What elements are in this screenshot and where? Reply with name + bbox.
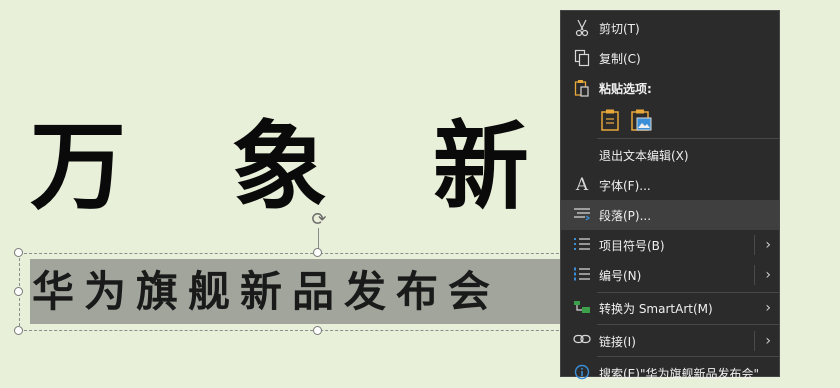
picture-paste-icon[interactable] bbox=[629, 108, 653, 132]
menu-item-convert-smartart[interactable]: 转换为 SmartArt(M) › bbox=[561, 293, 779, 323]
menu-item-label: 链接(I) bbox=[599, 334, 636, 349]
menu-item-label: 转换为 SmartArt(M) bbox=[599, 301, 713, 316]
menu-item-label: 搜索(E)"华为旗舰新品发布会" bbox=[599, 366, 759, 381]
menu-item-label: 剪切(T) bbox=[599, 21, 640, 36]
link-icon bbox=[573, 332, 591, 350]
resize-handle-middle-left[interactable] bbox=[14, 287, 23, 296]
menu-item-font[interactable]: A 字体(F)... bbox=[561, 170, 779, 200]
keep-source-formatting-icon[interactable] bbox=[599, 108, 623, 132]
scissors-icon bbox=[573, 19, 591, 37]
bullets-icon bbox=[573, 236, 591, 254]
chevron-right-icon[interactable]: › bbox=[765, 300, 771, 316]
menu-item-label: 退出文本编辑(X) bbox=[599, 148, 689, 163]
menu-item-link[interactable]: 链接(I) › bbox=[561, 326, 779, 356]
paragraph-icon bbox=[573, 206, 591, 224]
clipboard-icon bbox=[573, 79, 591, 97]
menu-item-paragraph[interactable]: 段落(P)... bbox=[561, 200, 779, 230]
menu-item-label: 项目符号(B) bbox=[599, 238, 665, 253]
chevron-right-icon[interactable]: › bbox=[765, 333, 771, 349]
smartart-icon bbox=[573, 299, 591, 317]
menu-item-exit-text-edit[interactable]: 退出文本编辑(X) bbox=[561, 140, 779, 170]
submenu-separator bbox=[754, 331, 755, 351]
menu-item-label: 字体(F)... bbox=[599, 178, 651, 193]
copy-icon bbox=[573, 49, 591, 67]
menu-divider bbox=[597, 356, 779, 357]
menu-item-bullets[interactable]: 项目符号(B) › bbox=[561, 230, 779, 260]
chevron-right-icon[interactable]: › bbox=[765, 267, 771, 283]
resize-handle-bottom-center[interactable] bbox=[313, 326, 322, 335]
menu-item-label: 粘贴选项: bbox=[599, 81, 652, 96]
submenu-separator bbox=[754, 235, 755, 255]
menu-item-paste-options: 粘贴选项: bbox=[561, 73, 779, 103]
search-info-icon bbox=[573, 364, 591, 382]
resize-handle-top-center[interactable] bbox=[313, 248, 322, 257]
resize-handle-bottom-left[interactable] bbox=[14, 326, 23, 335]
numbering-icon bbox=[573, 266, 591, 284]
menu-item-label: 段落(P)... bbox=[599, 208, 652, 223]
menu-item-label: 复制(C) bbox=[599, 51, 641, 66]
menu-item-copy[interactable]: 复制(C) bbox=[561, 43, 779, 73]
context-menu: 剪切(T) 复制(C) 粘贴选项: 退出文本编辑(X) A 字体(F)... 段… bbox=[560, 10, 780, 381]
menu-item-label: 编号(N) bbox=[599, 268, 642, 283]
menu-divider bbox=[597, 324, 779, 325]
submenu-separator bbox=[754, 265, 755, 285]
font-icon: A bbox=[575, 175, 589, 195]
menu-item-numbering[interactable]: 编号(N) › bbox=[561, 260, 779, 290]
rotate-handle-icon[interactable]: ⟳ bbox=[309, 210, 329, 230]
chevron-right-icon[interactable]: › bbox=[765, 237, 771, 253]
slide-subtitle[interactable]: 华为旗舰新品发布会 bbox=[30, 259, 565, 324]
menu-item-search[interactable]: 搜索(E)"华为旗舰新品发布会" bbox=[561, 358, 779, 388]
menu-divider bbox=[597, 138, 779, 139]
menu-item-cut[interactable]: 剪切(T) bbox=[561, 13, 779, 43]
subtitle-text[interactable]: 华为旗舰新品发布会 bbox=[30, 267, 500, 316]
resize-handle-top-left[interactable] bbox=[14, 248, 23, 257]
